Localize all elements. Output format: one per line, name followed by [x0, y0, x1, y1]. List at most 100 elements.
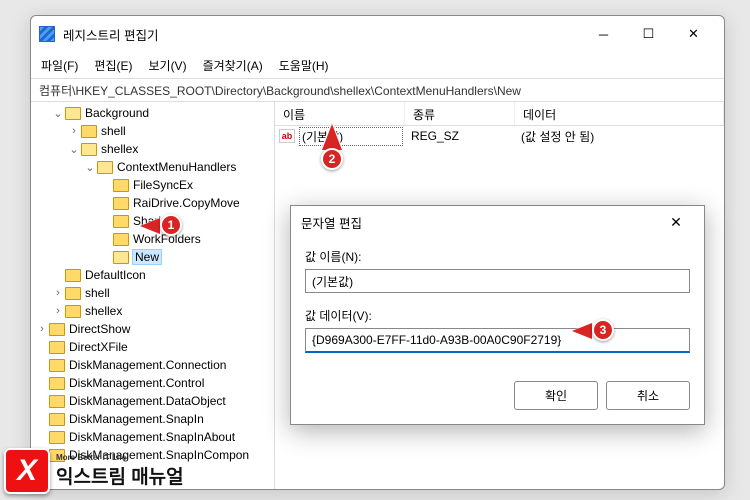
tree-label: DirectXFile	[69, 340, 128, 354]
value-data: (값 설정 안 됨)	[513, 128, 724, 145]
tree-item-diskmanagement-control[interactable]: DiskManagement.Control	[35, 374, 274, 392]
menu-file[interactable]: 파일(F)	[41, 57, 78, 74]
folder-icon	[49, 431, 65, 444]
string-value-icon: ab	[279, 129, 295, 143]
folder-icon	[81, 143, 97, 156]
folder-icon	[65, 269, 81, 282]
dialog-titlebar: 문자열 편집 ✕	[291, 206, 704, 238]
tree-item-background[interactable]: ⌄ Background	[35, 104, 274, 122]
annotation-arrow-1	[140, 218, 160, 234]
col-type[interactable]: 종류	[405, 102, 515, 125]
menu-help[interactable]: 도움말(H)	[279, 57, 329, 74]
close-button[interactable]: ✕	[671, 19, 716, 49]
tree-label: FileSyncEx	[133, 178, 193, 192]
value-name: (기본값)	[299, 127, 403, 146]
expand-icon[interactable]: ›	[67, 125, 81, 137]
logo-icon: X	[4, 448, 50, 494]
expand-icon[interactable]: ›	[51, 305, 65, 317]
edit-string-dialog: 문자열 편집 ✕ 값 이름(N): 값 데이터(V): 확인 취소	[290, 205, 705, 425]
tree-label: DefaultIcon	[85, 268, 146, 282]
annotation-arrow-2	[322, 124, 342, 150]
tree-label: DiskManagement.SnapIn	[69, 412, 204, 426]
value-name-input[interactable]	[305, 269, 690, 293]
dialog-title: 문자열 편집	[301, 213, 362, 232]
folder-icon	[65, 287, 81, 300]
logo-title: 익스트림 매뉴얼	[56, 462, 184, 489]
cancel-button[interactable]: 취소	[606, 381, 690, 410]
tree-label: shellex	[85, 304, 122, 318]
expand-icon[interactable]: ⌄	[51, 107, 65, 120]
tree-item-diskmanagement-connection[interactable]: DiskManagement.Connection	[35, 356, 274, 374]
folder-icon	[49, 413, 65, 426]
annotation-marker-3: 3	[592, 319, 614, 341]
folder-icon	[113, 233, 129, 246]
expand-icon[interactable]: ›	[35, 323, 49, 335]
logo-subtitle: More Better IT Life	[56, 453, 184, 462]
ok-button[interactable]: 확인	[514, 381, 598, 410]
window-title: 레지스트리 편집기	[63, 25, 581, 44]
tree-item-raidrive-copymove[interactable]: RaiDrive.CopyMove	[35, 194, 274, 212]
tree-label: DirectShow	[69, 322, 130, 336]
folder-icon	[113, 179, 129, 192]
list-header: 이름 종류 데이터	[275, 102, 724, 126]
value-data-label: 값 데이터(V):	[305, 307, 690, 324]
folder-icon	[113, 197, 129, 210]
tree-label: DiskManagement.Control	[69, 376, 204, 390]
folder-icon	[49, 323, 65, 336]
menubar: 파일(F) 편집(E) 보기(V) 즐겨찾기(A) 도움말(H)	[31, 52, 724, 78]
tree-item-diskmanagement-dataobject[interactable]: DiskManagement.DataObject	[35, 392, 274, 410]
tree-label: New	[133, 250, 161, 264]
tree-label: shellex	[101, 142, 138, 156]
folder-icon	[65, 107, 81, 120]
menu-edit[interactable]: 편집(E)	[94, 57, 132, 74]
tree-item-diskmanagement-snapinabout[interactable]: DiskManagement.SnapInAbout	[35, 428, 274, 446]
tree-item-new[interactable]: New	[35, 248, 274, 266]
address-bar[interactable]: 컴퓨터\HKEY_CLASSES_ROOT\Directory\Backgrou…	[31, 78, 724, 102]
value-type: REG_SZ	[403, 129, 513, 143]
value-name-label: 값 이름(N):	[305, 248, 690, 265]
tree-label: RaiDrive.CopyMove	[133, 196, 240, 210]
tree-item-contextmenuhandlers[interactable]: ⌄ ContextMenuHandlers	[35, 158, 274, 176]
dialog-close-button[interactable]: ✕	[658, 208, 694, 236]
tree-item-diskmanagement-snapin[interactable]: DiskManagement.SnapIn	[35, 410, 274, 428]
tree-label: DiskManagement.DataObject	[69, 394, 226, 408]
tree-label: Background	[85, 106, 149, 120]
menu-favorites[interactable]: 즐겨찾기(A)	[203, 57, 263, 74]
tree-item-shell[interactable]: › shell	[35, 284, 274, 302]
list-row[interactable]: ab (기본값)REG_SZ(값 설정 안 됨)	[275, 126, 724, 146]
tree-item-defaulticon[interactable]: DefaultIcon	[35, 266, 274, 284]
tree-item-filesyncex[interactable]: FileSyncEx	[35, 176, 274, 194]
watermark-logo: X More Better IT Life 익스트림 매뉴얼	[4, 448, 184, 494]
tree-label: ContextMenuHandlers	[117, 160, 236, 174]
folder-icon	[97, 161, 113, 174]
tree-label: DiskManagement.SnapInAbout	[69, 430, 235, 444]
tree-label: shell	[85, 286, 110, 300]
tree-item-directxfile[interactable]: DirectXFile	[35, 338, 274, 356]
maximize-button[interactable]: ☐	[626, 19, 671, 49]
folder-icon	[113, 251, 129, 264]
address-text: 컴퓨터\HKEY_CLASSES_ROOT\Directory\Backgrou…	[39, 82, 521, 99]
folder-icon	[49, 395, 65, 408]
expand-icon[interactable]: ›	[51, 287, 65, 299]
folder-icon	[49, 341, 65, 354]
tree-label: shell	[101, 124, 126, 138]
tree-item-shellex[interactable]: › shellex	[35, 302, 274, 320]
expand-icon[interactable]: ⌄	[83, 161, 97, 174]
col-data[interactable]: 데이터	[515, 102, 724, 125]
tree-item-shellex[interactable]: ⌄ shellex	[35, 140, 274, 158]
minimize-button[interactable]: ─	[581, 19, 626, 49]
tree-item-directshow[interactable]: › DirectShow	[35, 320, 274, 338]
tree-view[interactable]: ⌄ Background › shell ⌄ shellex ⌄ ContextMenuHan…	[31, 102, 275, 489]
folder-icon	[81, 125, 97, 138]
regedit-icon	[39, 26, 55, 42]
folder-icon	[65, 305, 81, 318]
col-name[interactable]: 이름	[275, 102, 405, 125]
expand-icon[interactable]: ⌄	[67, 143, 81, 156]
tree-label: DiskManagement.Connection	[69, 358, 226, 372]
folder-icon	[49, 377, 65, 390]
menu-view[interactable]: 보기(V)	[148, 57, 186, 74]
folder-icon	[49, 359, 65, 372]
value-data-input[interactable]	[305, 328, 690, 353]
annotation-marker-1: 1	[160, 214, 182, 236]
tree-item-shell[interactable]: › shell	[35, 122, 274, 140]
